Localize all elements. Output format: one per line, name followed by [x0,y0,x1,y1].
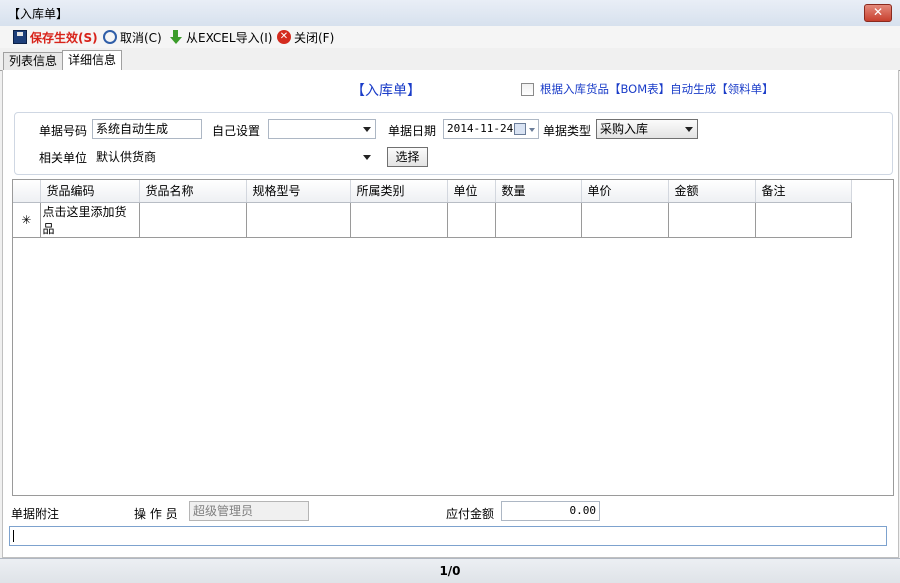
goods-table: 货品编码 货品名称 规格型号 所属类别 单位 数量 单价 金额 备注 ✳ 点击这… [13,180,852,238]
grid-cell[interactable] [581,202,669,238]
tab-strip: 列表信息 详细信息 [0,50,900,71]
remark-label: 单据附注 [11,507,60,521]
doc-no-field[interactable]: 系统自动生成 [92,119,202,139]
goods-grid: 货品编码 货品名称 规格型号 所属类别 单位 数量 单价 金额 备注 ✳ 点击这… [12,179,894,496]
window-close-button[interactable]: ✕ [864,4,892,22]
download-arrow-icon [169,30,183,44]
save-button[interactable]: 保存生效(S) [13,28,98,46]
col-header-note[interactable]: 备注 [755,180,852,203]
type-label: 单据类型 [543,124,592,138]
bom-option-label: 根据入库货品【BOM表】自动生成【领料单】 [540,82,774,96]
new-row-marker: ✳ [13,202,41,238]
grid-cell[interactable] [668,202,756,238]
bom-auto-generate-option[interactable]: 根据入库货品【BOM表】自动生成【领料单】 [521,81,774,97]
col-header-amount[interactable]: 金额 [668,180,756,203]
status-bar: 1/0 [0,558,900,583]
close-circle-icon: ✕ [277,30,291,44]
add-goods-cell[interactable]: 点击这里添加货品 [40,202,140,238]
grid-cell[interactable] [495,202,582,238]
undo-icon [103,30,117,44]
tab-detail-info[interactable]: 详细信息 [62,50,123,71]
grid-cell[interactable] [447,202,496,238]
operator-field: 超级管理员 [189,501,309,521]
custom-setting-dropdown[interactable] [268,119,376,139]
grid-cell[interactable] [755,202,852,238]
col-header-code[interactable]: 货品编码 [40,180,140,203]
date-label: 单据日期 [388,124,437,138]
save-label: 保存生效(S) [30,30,98,45]
page-indicator: 1/0 [439,564,461,578]
grid-cell[interactable] [246,202,351,238]
footer-area: 单据附注 操 作 员 超级管理员 应付金额 0.00 [0,496,900,556]
type-dropdown[interactable]: 采购入库 [596,119,698,139]
cancel-label: 取消(C) [120,30,162,45]
date-picker[interactable]: 2014-11-24 [443,119,539,139]
window-title: 【入库单】 [8,7,69,21]
dropdown-arrow-icon [363,127,371,132]
calendar-icon [514,123,526,135]
floppy-disk-icon [13,30,27,44]
toolbar: 保存生效(S) 取消(C) 从EXCEL导入(I) ✕ 关闭(F) [0,26,900,48]
import-excel-button[interactable]: 从EXCEL导入(I) [169,28,272,46]
new-row[interactable]: ✳ 点击这里添加货品 [13,202,852,238]
partner-value: 默认供货商 [96,150,157,164]
date-dropdown-arrow-icon [529,128,535,132]
close-label: 关闭(F) [294,30,335,45]
remark-input[interactable] [9,526,887,546]
grid-cell[interactable] [350,202,448,238]
form-title: 【入库单】 [351,83,421,99]
date-value: 2014-11-24 [447,122,514,135]
title-bar: 【入库单】 ✕ [0,0,900,27]
type-dropdown-arrow-icon [685,127,693,132]
operator-label: 操 作 员 [134,507,178,521]
bom-checkbox[interactable] [521,82,534,96]
import-label: 从EXCEL导入(I) [186,30,273,45]
col-header-name[interactable]: 货品名称 [139,180,247,203]
payable-amount-field[interactable]: 0.00 [501,501,600,521]
type-value: 采购入库 [600,122,649,136]
header-fields-group: 单据号码 系统自动生成 自己设置 单据日期 2014-11-24 单据类型 采购… [14,112,893,175]
col-header-unit-price[interactable]: 单价 [581,180,669,203]
text-caret [13,530,14,542]
detail-panel: 【入库单】 根据入库货品【BOM表】自动生成【领料单】 单据号码 系统自动生成 … [2,70,899,558]
col-header-category[interactable]: 所属类别 [350,180,448,203]
cancel-button[interactable]: 取消(C) [103,28,162,46]
col-header-spec[interactable]: 规格型号 [246,180,351,203]
doc-no-label: 单据号码 [39,124,88,138]
tab-list-info[interactable]: 列表信息 [3,52,64,70]
partner-dropdown-arrow-icon [363,155,371,160]
select-partner-button[interactable]: 选择 [387,147,428,167]
col-header-quantity[interactable]: 数量 [495,180,582,203]
partner-label: 相关单位 [39,151,88,165]
grid-cell[interactable] [139,202,247,238]
grid-header-row: 货品编码 货品名称 规格型号 所属类别 单位 数量 单价 金额 备注 [13,180,852,203]
custom-setting-label: 自己设置 [212,124,261,138]
col-header-unit[interactable]: 单位 [447,180,496,203]
payable-label: 应付金额 [446,507,495,521]
partner-dropdown[interactable]: 默认供货商 [92,147,376,167]
close-button[interactable]: ✕ 关闭(F) [277,28,334,46]
row-header-corner [13,180,41,203]
